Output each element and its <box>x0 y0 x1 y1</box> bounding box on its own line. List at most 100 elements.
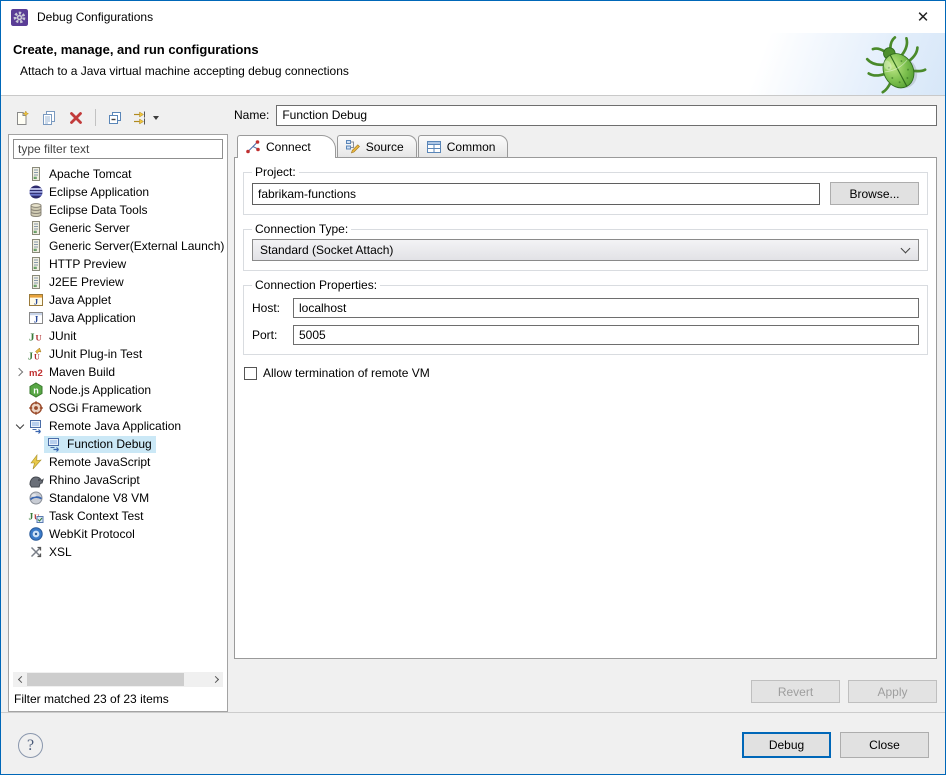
server-icon <box>28 166 44 182</box>
junit-icon: JU <box>28 328 44 344</box>
tree-item-osgi-framework[interactable]: OSGi Framework <box>9 399 227 417</box>
sidebar: Apache Tomcat Eclipse Application Eclipse … <box>8 104 228 712</box>
server-icon <box>28 238 44 254</box>
tree-item-label: JUnit Plug-in Test <box>49 347 142 361</box>
tree-item-java-application[interactable]: JJava Application <box>9 309 227 327</box>
svg-text:J: J <box>34 315 39 325</box>
revert-button[interactable]: Revert <box>751 680 840 703</box>
tree-item-label: Node.js Application <box>49 383 151 397</box>
connection-type-select[interactable]: Standard (Socket Attach) <box>252 239 919 261</box>
expander[interactable] <box>13 425 26 428</box>
tree-item-function-debug[interactable]: Function Debug <box>9 435 227 453</box>
collapse-all-button[interactable] <box>103 107 127 129</box>
tree-item-java-applet[interactable]: J Java Applet <box>9 291 227 309</box>
scrollbar-track[interactable] <box>27 672 209 687</box>
project-input[interactable] <box>252 183 820 205</box>
delete-configuration-button[interactable] <box>64 107 88 129</box>
maven-icon: m2 <box>28 364 44 380</box>
svg-text:J: J <box>29 332 35 344</box>
tree-item-rhino-javascript[interactable]: Rhino JavaScript <box>9 471 227 489</box>
tree-item-eclipse-application[interactable]: Eclipse Application <box>9 183 227 201</box>
new-config-icon <box>14 110 30 126</box>
help-button[interactable]: ? <box>18 733 43 758</box>
tree-item-label: Maven Build <box>49 365 115 379</box>
tree-item-label: J2EE Preview <box>49 275 124 289</box>
close-window-button[interactable]: ✕ <box>907 5 939 29</box>
tree-item-maven-build[interactable]: m2 Maven Build <box>9 363 227 381</box>
tree-item-label: Standalone V8 VM <box>49 491 149 505</box>
configuration-tree-panel: Apache Tomcat Eclipse Application Eclipse … <box>8 134 228 712</box>
remote-java-icon <box>46 436 62 452</box>
port-input[interactable] <box>293 325 919 345</box>
tree-item-eclipse-data-tools[interactable]: Eclipse Data Tools <box>9 201 227 219</box>
source-tab-icon <box>345 139 361 155</box>
browse-button[interactable]: Browse... <box>830 182 919 205</box>
tab-source[interactable]: Source <box>337 135 417 157</box>
tree-item-task-context-test[interactable]: JUTask Context Test <box>9 507 227 525</box>
duplicate-configuration-button[interactable] <box>37 107 61 129</box>
editor-tabs: Connect Source Common <box>234 134 937 157</box>
filter-configurations-button[interactable] <box>130 107 162 129</box>
connect-tab-icon <box>245 139 261 155</box>
webkit-icon <box>28 526 44 542</box>
sidebar-toolbar <box>8 104 228 131</box>
xsl-icon <box>28 544 44 560</box>
java-applet-icon: J <box>28 292 44 308</box>
tree-item-apache-tomcat[interactable]: Apache Tomcat <box>9 165 227 183</box>
tree-item-standalone-v8-vm[interactable]: Standalone V8 VM <box>9 489 227 507</box>
tree-item-generic-server-external-launch[interactable]: Generic Server(External Launch) <box>9 237 227 255</box>
dialog-footer: ? Debug Close <box>1 712 945 774</box>
tree-item-node-js-application[interactable]: nNode.js Application <box>9 381 227 399</box>
database-icon <box>28 202 44 218</box>
chevron-down-icon <box>901 243 911 253</box>
scrollbar-thumb[interactable] <box>27 673 184 686</box>
remote-js-icon <box>28 454 44 470</box>
close-button[interactable]: Close <box>840 732 929 758</box>
tree-item-j2ee-preview[interactable]: J2EE Preview <box>9 273 227 291</box>
allow-termination-checkbox[interactable] <box>244 367 257 380</box>
apply-button[interactable]: Apply <box>848 680 937 703</box>
expander[interactable] <box>13 369 26 375</box>
connection-properties-group-label: Connection Properties: <box>252 278 380 292</box>
tree-item-http-preview[interactable]: HTTP Preview <box>9 255 227 273</box>
tree-item-label: Generic Server <box>49 221 130 235</box>
horizontal-scrollbar[interactable] <box>13 672 223 687</box>
tree-item-remote-java-application[interactable]: Remote Java Application <box>9 417 227 435</box>
tree-item-label: Eclipse Data Tools <box>49 203 148 217</box>
rhino-icon <box>28 472 44 488</box>
debug-bug-icon <box>864 34 928 96</box>
tree-item-xsl[interactable]: XSL <box>9 543 227 561</box>
collapse-all-icon <box>107 110 123 126</box>
tree-item-label: Remote Java Application <box>49 419 181 433</box>
tree-item-label: Task Context Test <box>49 509 144 523</box>
junit-plugin-icon: JU <box>28 346 44 362</box>
server-icon <box>28 256 44 272</box>
configuration-editor: Name: Connect Source Common <box>234 104 937 712</box>
tree-item-label: OSGi Framework <box>49 401 142 415</box>
v8-icon <box>28 490 44 506</box>
eclipse-icon <box>28 184 44 200</box>
project-group: Project: Browse... <box>243 165 928 215</box>
tree-item-junit[interactable]: JUJUnit <box>9 327 227 345</box>
tree-item-label: Eclipse Application <box>49 185 149 199</box>
tree-item-webkit-protocol[interactable]: WebKit Protocol <box>9 525 227 543</box>
host-input[interactable] <box>293 298 919 318</box>
debug-button[interactable]: Debug <box>742 732 831 758</box>
connect-tab-panel: Project: Browse... Connection Type: Stan… <box>234 157 937 659</box>
allow-termination-label: Allow termination of remote VM <box>263 366 430 380</box>
scroll-left-arrow[interactable] <box>13 672 27 687</box>
tree-item-junit-plug-in-test[interactable]: JU JUnit Plug-in Test <box>9 345 227 363</box>
tree-item-label: Function Debug <box>67 437 152 451</box>
name-label: Name: <box>234 108 269 122</box>
titlebar: Debug Configurations ✕ <box>1 1 945 33</box>
filter-input[interactable] <box>13 139 223 159</box>
new-configuration-button[interactable] <box>10 107 34 129</box>
tab-connect[interactable]: Connect <box>237 135 336 158</box>
tab-common[interactable]: Common <box>418 135 509 157</box>
tree-item-generic-server[interactable]: Generic Server <box>9 219 227 237</box>
tree-item-remote-javascript[interactable]: Remote JavaScript <box>9 453 227 471</box>
scroll-right-arrow[interactable] <box>209 672 223 687</box>
svg-text:J: J <box>28 352 33 363</box>
name-input[interactable] <box>276 105 937 126</box>
tree-item-label: Java Applet <box>49 293 111 307</box>
